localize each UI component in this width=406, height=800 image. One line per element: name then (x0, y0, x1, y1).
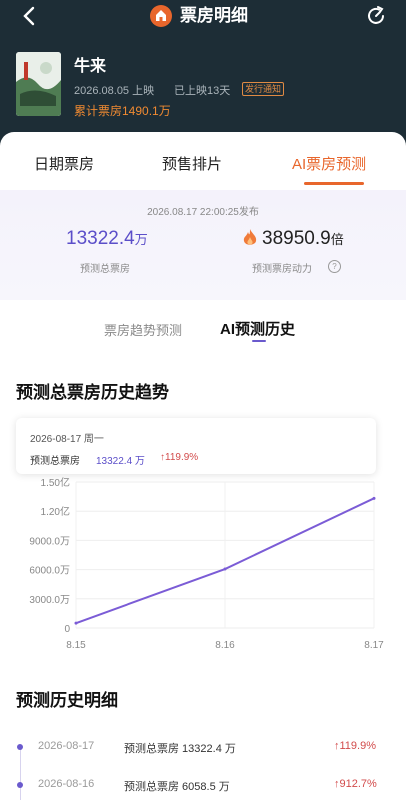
movie-poster[interactable] (16, 52, 61, 116)
y-tick-label: 6000.0万 (29, 566, 70, 577)
trend-section-title: 预测总票房历史趋势 (16, 383, 169, 402)
y-tick-label: 1.20亿 (41, 505, 70, 518)
refresh-icon (368, 6, 384, 24)
history-row-text: 预测总票房 6058.5 万 (124, 781, 230, 793)
help-icon[interactable]: ? (328, 260, 341, 273)
chevron-left-icon (23, 6, 35, 26)
tab-presale[interactable]: 预售排片 (162, 153, 222, 174)
history-row-date: 2026-08-16 (38, 778, 95, 790)
history-row-dot (17, 782, 23, 788)
tab-date-box-office[interactable]: 日期票房 (34, 153, 94, 174)
subtab-trend-forecast[interactable]: 票房趋势预测 (104, 320, 182, 339)
forecast-total-label: 预测总票房 (80, 264, 130, 275)
tab-ai-forecast[interactable]: AI票房预测 (292, 153, 366, 174)
tooltip-change: ↑119.9% (160, 452, 199, 463)
data-point[interactable] (223, 567, 227, 571)
active-tab-indicator (304, 182, 364, 185)
page-title: 票房明细 (180, 6, 248, 25)
history-row-change: ↑912.7% (334, 778, 377, 790)
y-tick-label: 1.50亿 (41, 476, 70, 489)
x-tick-label: 8.16 (215, 640, 235, 651)
tooltip-value: 13322.4 万 (96, 456, 145, 467)
y-tick-label: 0 (64, 624, 70, 635)
trend-line-chart[interactable]: 0 3000.0万 6000.0万 9000.0万 1.20亿 1.50亿 8.15 8.16… (0, 470, 406, 670)
forecast-power-number: 38950.9 (262, 228, 331, 249)
x-tick-label: 8.15 (66, 640, 86, 651)
data-point[interactable] (372, 496, 376, 500)
forecast-total-number: 13322.4 (66, 228, 135, 249)
release-date: 2026.08.05 上映 (74, 85, 155, 97)
forecast-total-unit: 万 (134, 232, 148, 247)
forecast-total-value: 13322.4万 (66, 228, 148, 250)
movie-title: 牛来 (74, 58, 107, 75)
tooltip-label: 预测总票房 (30, 456, 80, 467)
flame-icon (242, 228, 258, 248)
forecast-power-unit: 倍 (330, 232, 344, 247)
y-tick-label: 9000.0万 (29, 536, 70, 547)
history-row-text: 预测总票房 13322.4 万 (124, 743, 236, 755)
y-tick-label: 3000.0万 (29, 595, 70, 606)
data-point[interactable] (74, 621, 78, 625)
history-section-title: 预测历史明细 (16, 691, 118, 710)
tooltip-date: 2026-08-17 周一 (30, 434, 104, 445)
publish-time: 2026.08.17 22:00:25发布 (147, 207, 259, 218)
subtab-ai-history[interactable]: AI预测历史 (220, 318, 295, 339)
active-subtab-indicator (252, 340, 266, 342)
x-tick-label: 8.17 (364, 640, 384, 651)
history-row-dot (17, 744, 23, 750)
days-showing: 已上映13天 (174, 85, 231, 97)
notify-badge[interactable]: 发行通知 (242, 82, 285, 96)
cumulative-box-office: 累计票房1490.1万 (74, 104, 171, 118)
forecast-power-label: 预测票房动力 (252, 264, 312, 275)
refresh-button[interactable] (364, 4, 388, 28)
back-button[interactable] (18, 4, 42, 28)
history-timeline (20, 748, 21, 800)
history-row-change: ↑119.9% (334, 740, 376, 752)
forecast-power-value: 38950.9倍 (262, 228, 344, 250)
history-row-date: 2026-08-17 (38, 740, 95, 752)
house-icon (150, 5, 172, 27)
